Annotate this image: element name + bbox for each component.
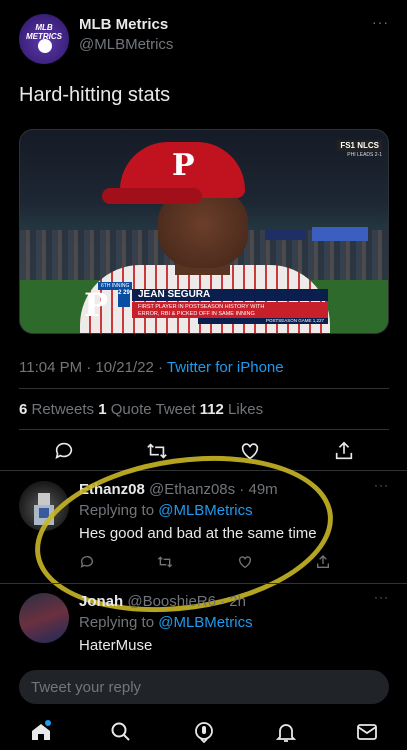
tweet-source-link[interactable]: Twitter for iPhone xyxy=(167,359,284,376)
retweet-icon[interactable] xyxy=(157,554,173,570)
avatar-figure-icon xyxy=(34,493,54,525)
retweets-stat[interactable]: 6 Retweets xyxy=(19,401,98,418)
tweet-stats: 6 Retweets 1 Quote Tweet 112 Likes xyxy=(19,401,263,418)
divider xyxy=(0,583,407,584)
more-icon[interactable]: ··· xyxy=(374,590,389,604)
author-avatar[interactable]: MLB METRICS xyxy=(19,14,69,64)
network-logo: FS1 NLCS xyxy=(337,140,382,151)
reply-avatar[interactable] xyxy=(19,593,69,643)
retweets-label: Retweets xyxy=(27,401,99,418)
jersey-number: 2 29 xyxy=(118,289,130,307)
reply-text: Hes good and bad at the same time xyxy=(79,525,317,542)
reply-handle-time: @Ethanz08s · 49m xyxy=(149,481,278,498)
reply-tweet[interactable]: Ethanz08 @Ethanz08s · 49m ··· Replying t… xyxy=(19,478,389,573)
like-icon[interactable] xyxy=(239,440,261,462)
replying-to-link[interactable]: @MLBMetrics xyxy=(158,614,252,631)
tweet-timestamp: 11:04 PM · 10/21/22 · xyxy=(19,359,167,376)
search-icon[interactable] xyxy=(109,720,133,744)
reply-author-name: Ethanz08 xyxy=(79,481,145,498)
replying-label: Replying to xyxy=(79,614,159,631)
divider xyxy=(19,388,389,389)
divider xyxy=(19,429,389,430)
network-bug: FS1 NLCS PHI LEADS 2-1 xyxy=(337,140,382,158)
reply-input[interactable] xyxy=(19,670,389,704)
game-count: POSTSEASON GAME 1,227 xyxy=(198,318,328,324)
reply-handle-time: @BooshieR6 · 2h xyxy=(127,593,246,610)
player-cap-brim xyxy=(102,188,202,204)
tweet-meta: 11:04 PM · 10/21/22 · Twitter for iPhone xyxy=(19,359,284,376)
baseball-icon xyxy=(38,39,52,53)
replying-to-link[interactable]: @MLBMetrics xyxy=(158,502,252,519)
author-name[interactable]: MLB Metrics xyxy=(79,16,168,33)
quotes-count: 1 xyxy=(98,401,107,418)
tweet-text: Hard-hitting stats xyxy=(19,84,171,106)
fact-text: FIRST PLAYER IN POSTSEASON HISTORY WITH … xyxy=(132,302,328,318)
lower-third-graphic: P 6TH INNING 2 29 JEAN SEGURA FIRST PLAY… xyxy=(78,282,328,324)
more-icon[interactable]: ··· xyxy=(372,14,389,30)
more-icon[interactable]: ··· xyxy=(374,478,389,492)
like-icon[interactable] xyxy=(237,554,253,570)
reply-text: HaterMuse xyxy=(79,637,153,654)
reply-author[interactable]: Ethanz08 @Ethanz08s · 49m xyxy=(79,481,278,498)
reply-avatar[interactable] xyxy=(19,481,69,531)
likes-stat[interactable]: 112 Likes xyxy=(200,401,263,418)
messages-icon[interactable] xyxy=(355,720,379,744)
reply-actions xyxy=(79,554,339,570)
divider xyxy=(0,470,407,471)
notifications-icon[interactable] xyxy=(274,720,298,744)
reply-author-name: Jonah xyxy=(79,593,124,610)
reply-author[interactable]: Jonah @BooshieR6 · 2h xyxy=(79,593,246,610)
quotes-stat[interactable]: 1 Quote Tweet xyxy=(98,401,199,418)
retweet-icon[interactable] xyxy=(146,440,168,462)
reply-icon[interactable] xyxy=(79,554,95,570)
fact-line: ERROR, RBI & PICKED OFF IN SAME INNING xyxy=(138,310,255,317)
author-handle[interactable]: @MLBMetrics xyxy=(79,36,173,53)
reply-composer[interactable] xyxy=(19,670,389,704)
bottom-tab-bar xyxy=(0,712,407,750)
cap-logo: P xyxy=(172,148,195,183)
share-icon[interactable] xyxy=(333,440,355,462)
replying-to: Replying to @MLBMetrics xyxy=(79,502,253,519)
phillies-logo: P xyxy=(83,286,109,324)
reply-icon[interactable] xyxy=(53,440,75,462)
tweet-actions xyxy=(19,440,389,464)
tweet-header: MLB METRICS MLB Metrics @MLBMetrics ··· xyxy=(19,14,389,64)
series-status: PHI LEADS 2-1 xyxy=(347,152,382,158)
tweet-media-image[interactable]: P FS1 NLCS PHI LEADS 2-1 P 6TH INNING 2 … xyxy=(19,129,389,334)
spaces-icon[interactable] xyxy=(192,720,216,744)
replying-label: Replying to xyxy=(79,502,159,519)
notification-dot xyxy=(45,720,51,726)
likes-label: Likes xyxy=(223,401,264,418)
replying-to: Replying to @MLBMetrics xyxy=(79,614,253,631)
reply-tweet[interactable]: Jonah @BooshieR6 · 2h ··· Replying to @M… xyxy=(19,590,389,659)
player-name: JEAN SEGURA xyxy=(132,289,328,301)
share-icon[interactable] xyxy=(315,554,331,570)
likes-count: 112 xyxy=(199,401,224,418)
quotes-label: Quote Tweet xyxy=(106,401,200,418)
